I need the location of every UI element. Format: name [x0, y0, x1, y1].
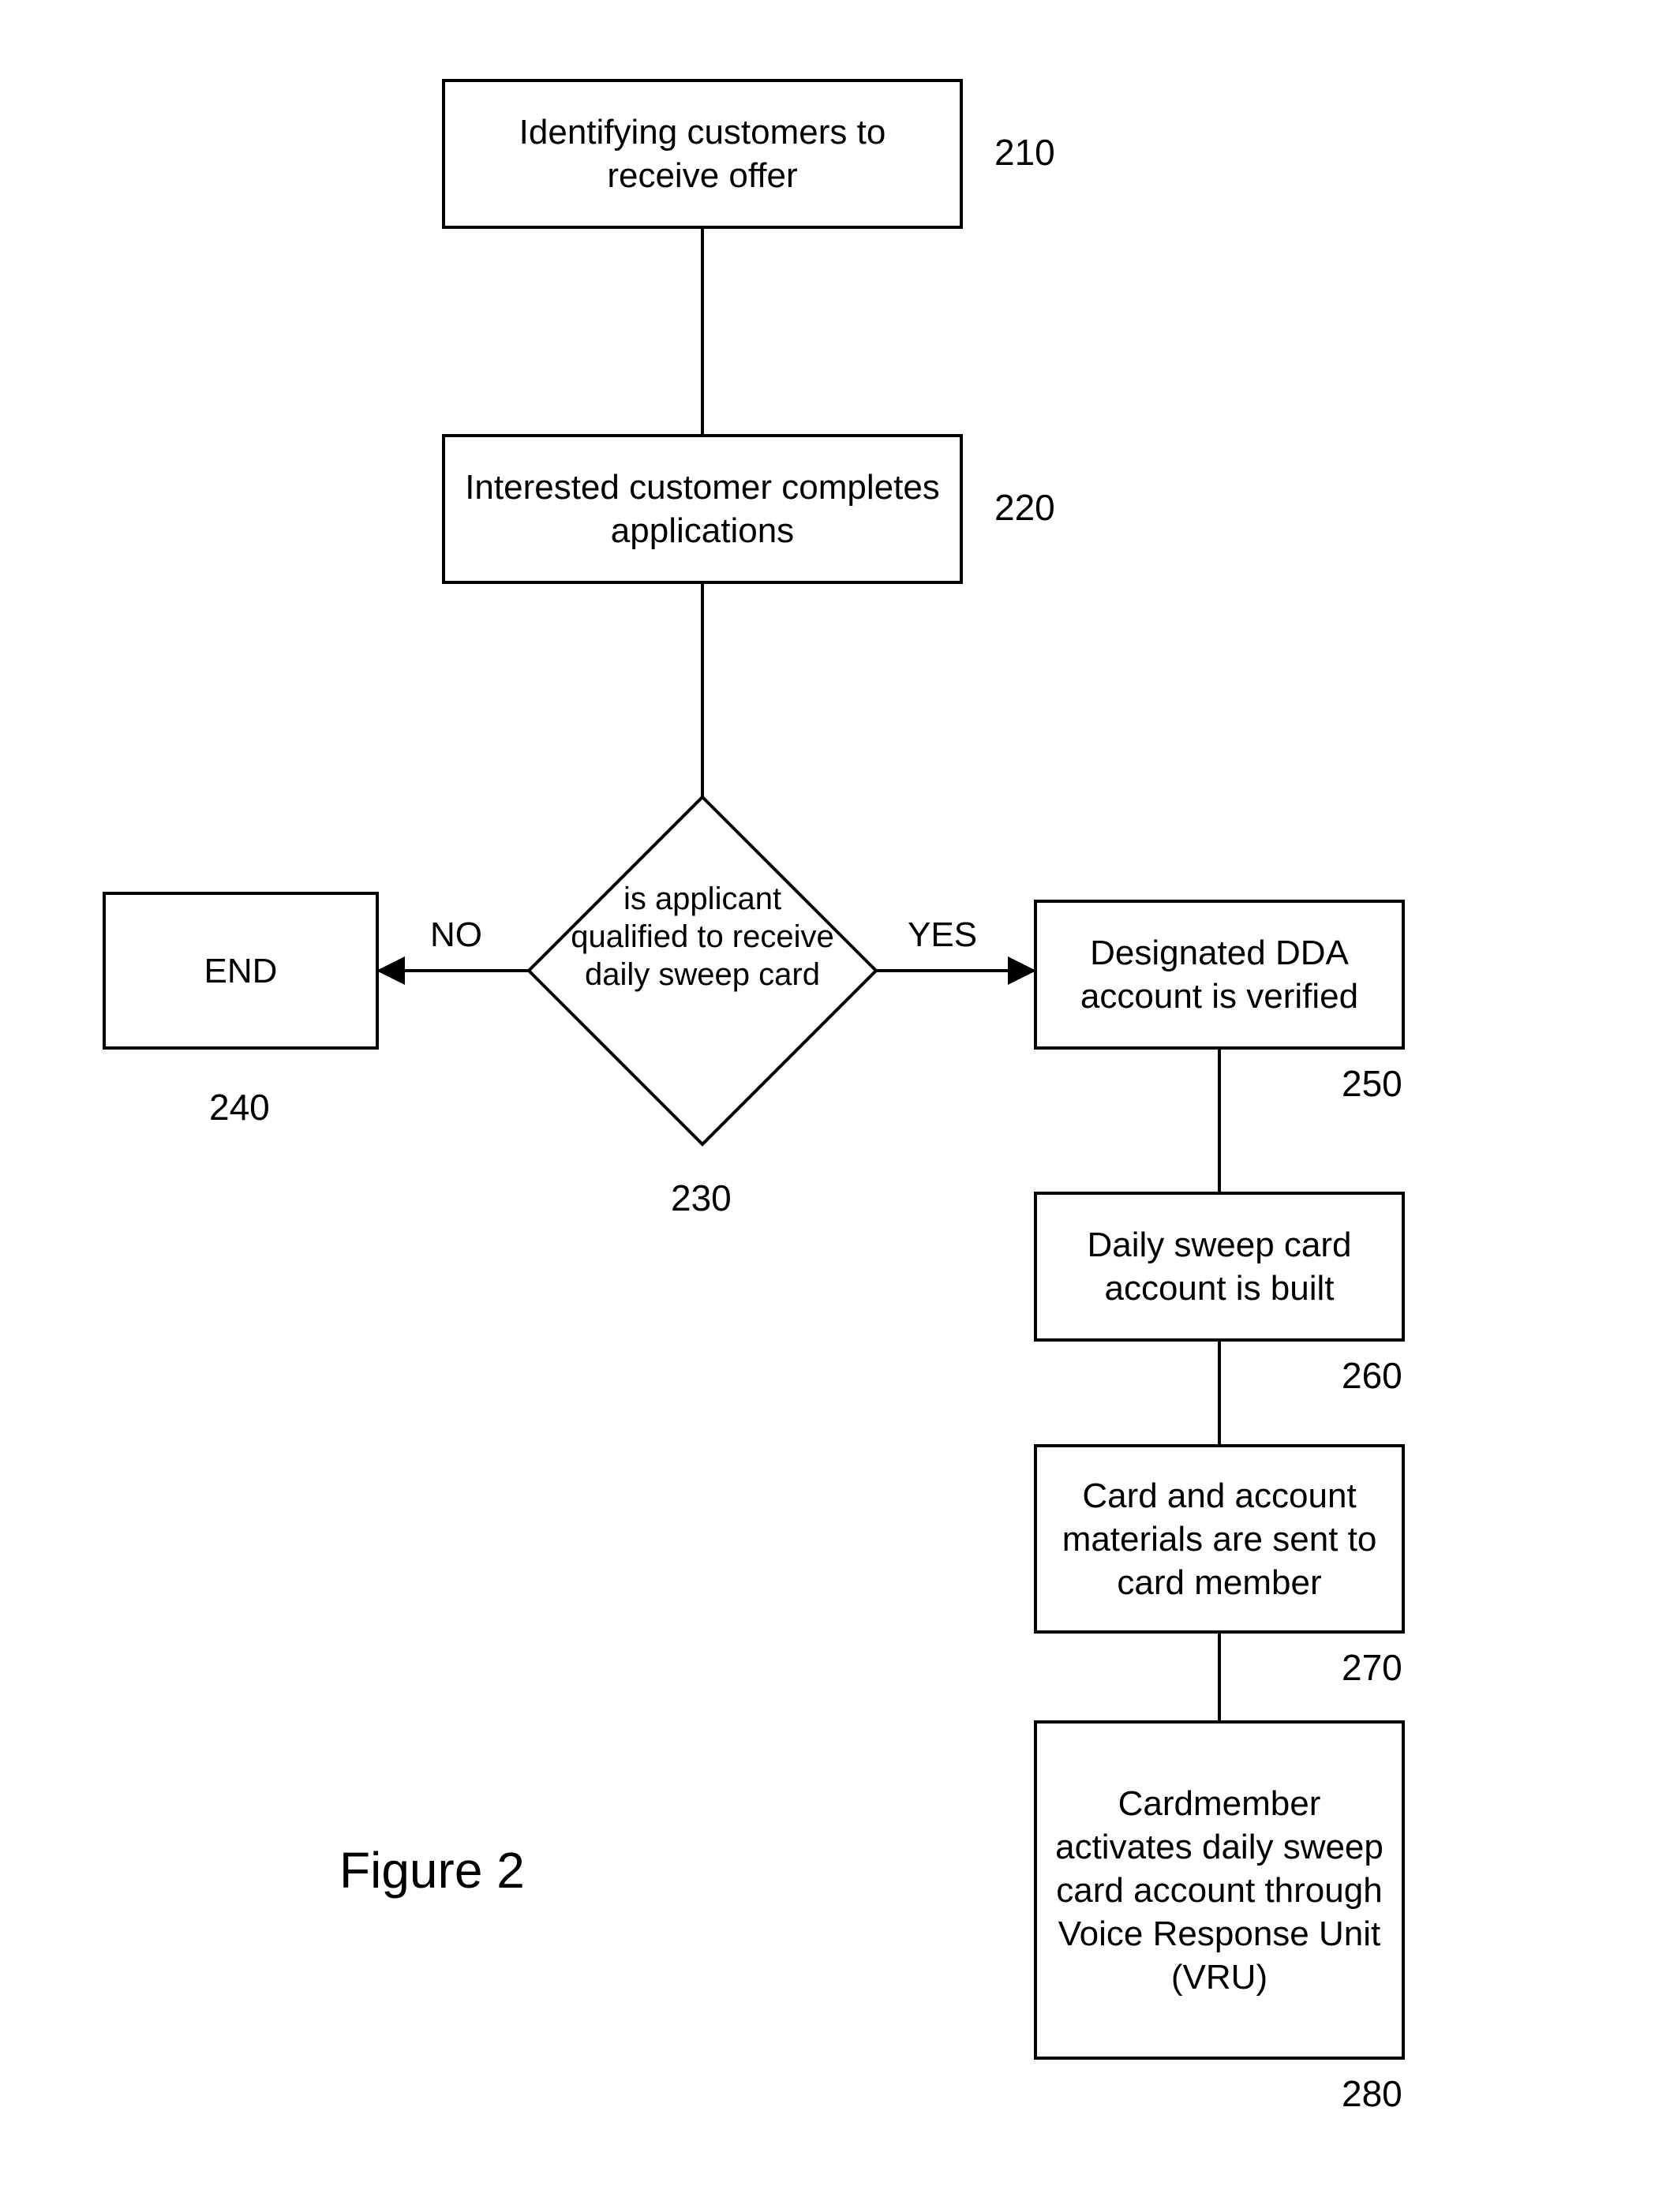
process-build-account: Daily sweep card account is built — [1034, 1192, 1405, 1342]
edge-label-yes: YES — [908, 915, 977, 955]
ref-210: 210 — [994, 130, 1055, 176]
terminator-end: END — [103, 892, 379, 1050]
process-text: Designated DDA account is verified — [1050, 931, 1389, 1018]
ref-230: 230 — [671, 1176, 732, 1222]
figure-caption: Figure 2 — [339, 1839, 525, 1902]
flowchart-canvas: Identifying customers toreceive offer 21… — [0, 0, 1655, 2212]
process-send-materials: Card and account materials are sent to c… — [1034, 1444, 1405, 1634]
process-activate-vru: Cardmember activates daily sweep card ac… — [1034, 1720, 1405, 2060]
ref-280: 280 — [1342, 2072, 1402, 2117]
process-customer-applies: Interested customer completesapplication… — [442, 434, 963, 584]
process-text: Interested customer completesapplication… — [465, 466, 940, 552]
ref-250: 250 — [1342, 1061, 1402, 1107]
process-text: Daily sweep card account is built — [1050, 1223, 1389, 1310]
ref-260: 260 — [1342, 1353, 1402, 1399]
terminator-text: END — [204, 949, 278, 993]
process-text: Cardmember activates daily sweep card ac… — [1050, 1782, 1389, 1999]
process-verify-dda: Designated DDA account is verified — [1034, 900, 1405, 1050]
process-text: Card and account materials are sent to c… — [1050, 1474, 1389, 1604]
edge-label-no: NO — [430, 915, 482, 955]
ref-270: 270 — [1342, 1645, 1402, 1691]
decision-text: is applicant qualified to receive daily … — [571, 881, 834, 992]
ref-220: 220 — [994, 485, 1055, 531]
process-identify-customers: Identifying customers toreceive offer — [442, 79, 963, 229]
process-text: Identifying customers toreceive offer — [519, 110, 886, 197]
decision-qualified: is applicant qualified to receive daily … — [568, 880, 837, 994]
ref-240: 240 — [209, 1085, 270, 1131]
